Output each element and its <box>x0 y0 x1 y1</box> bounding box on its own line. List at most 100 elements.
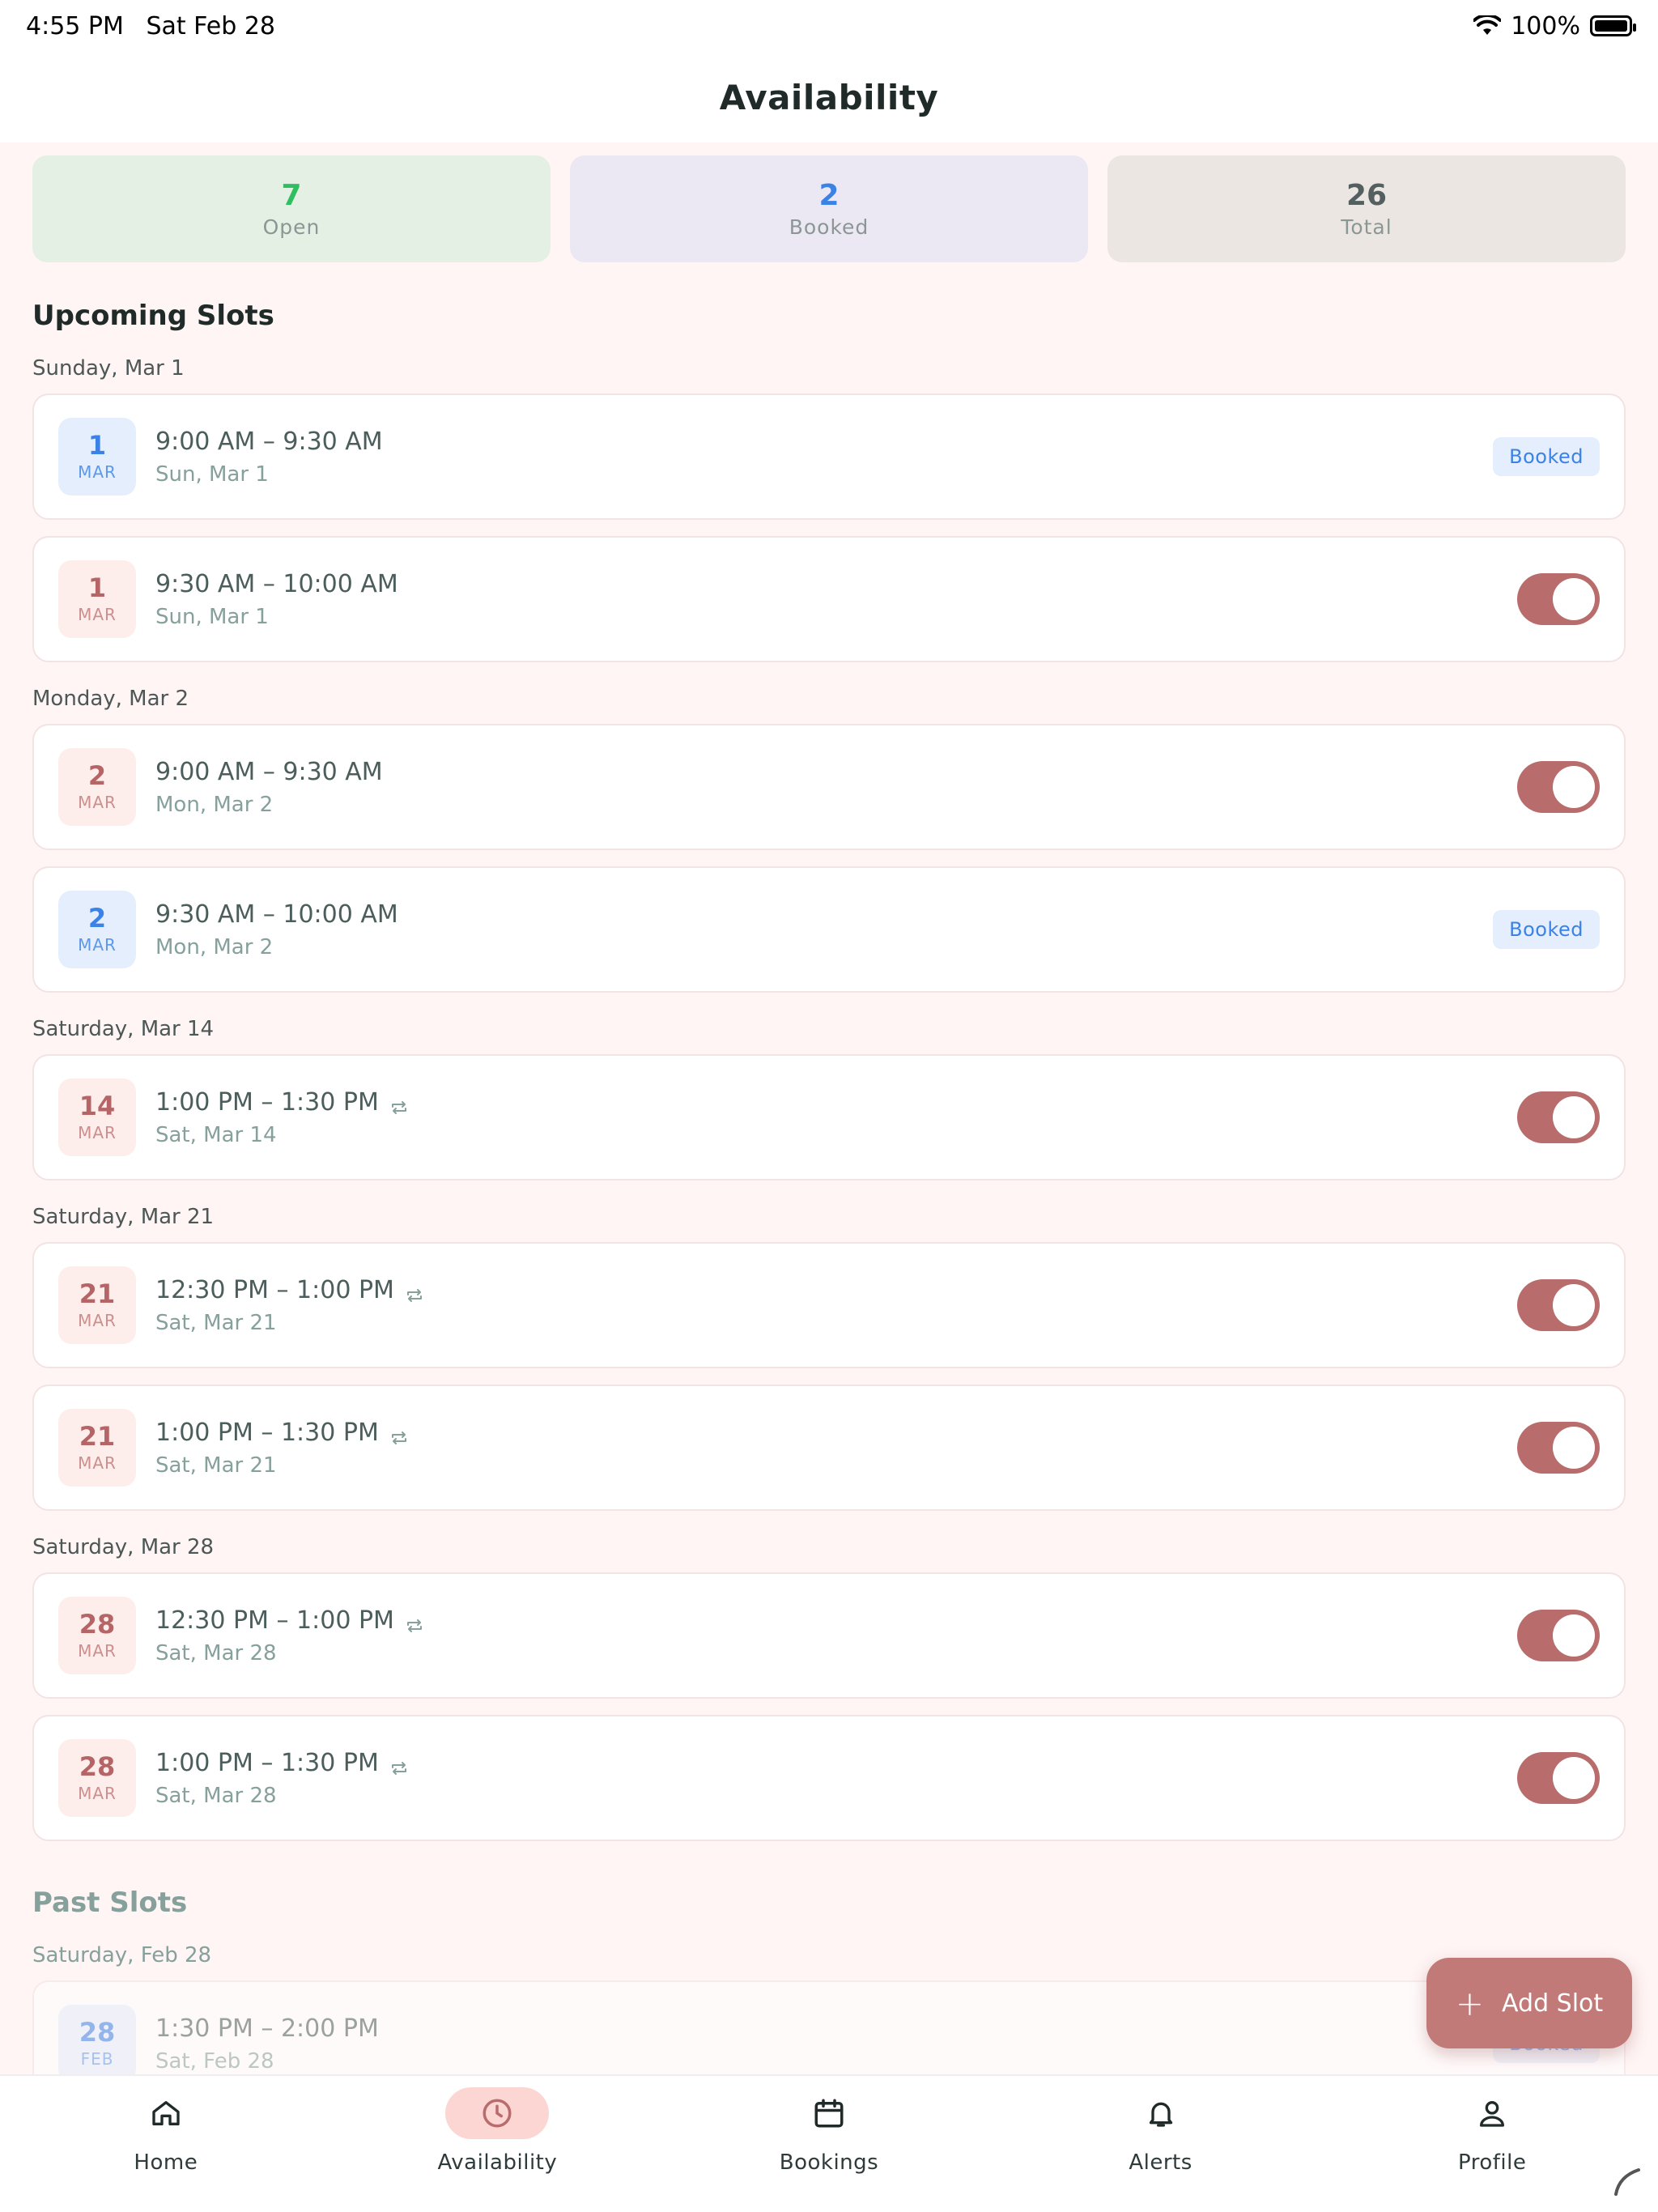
slot-time: 1:30 PM – 2:00 PM <box>155 2014 379 2043</box>
upcoming-list: Sunday, Mar 1 1 MAR 9:00 AM – 9:30 AM Sun, M… <box>32 356 1626 1841</box>
slot-date-text: Sat, Feb 28 <box>155 2048 274 2074</box>
tab-availability[interactable]: Availability <box>332 2076 664 2212</box>
add-slot-button[interactable]: + Add Slot <box>1426 1958 1632 2048</box>
slot-date-text: Sat, Mar 28 <box>155 1783 277 1808</box>
slot-card[interactable]: 1 MAR 9:30 AM – 10:00 AM Sun, Mar 1 <box>32 536 1626 662</box>
slot-date-box: 1 MAR <box>58 560 136 638</box>
slot-toggle[interactable] <box>1517 1091 1600 1143</box>
repeat-icon <box>406 1612 423 1632</box>
status-time: 4:55 PM <box>26 11 124 40</box>
slot-card[interactable]: 21 MAR 1:00 PM – 1:30 PM Sat, Mar 21 <box>32 1385 1626 1511</box>
slot-day-number: 28 <box>79 2017 116 2048</box>
tab-bookings[interactable]: Bookings <box>663 2076 995 2212</box>
slot-toggle[interactable] <box>1517 1610 1600 1661</box>
repeat-icon <box>390 1094 408 1114</box>
slot-time-row: 9:00 AM – 9:30 AM <box>155 428 1493 456</box>
slot-card[interactable]: 14 MAR 1:00 PM – 1:30 PM Sat, Mar 14 <box>32 1054 1626 1180</box>
day-label: Sunday, Mar 1 <box>32 356 185 381</box>
slot-toggle[interactable] <box>1517 1752 1600 1804</box>
slot-day-number: 14 <box>79 1091 116 1122</box>
stats-row: 7 Open 2 Booked 26 Total <box>32 155 1626 262</box>
slot-month: MAR <box>78 934 117 955</box>
slot-card[interactable]: 28 MAR 12:30 PM – 1:00 PM Sat, Mar 28 <box>32 1572 1626 1699</box>
main-content: 7 Open 2 Booked 26 Total Upcoming Slots … <box>32 143 1626 2107</box>
slot-date-box: 28 MAR <box>58 1597 136 1674</box>
slot-text: 1:00 PM – 1:30 PM Sat, Mar 14 <box>155 1088 1517 1147</box>
toggle-knob <box>1553 1096 1595 1138</box>
slot-toggle[interactable] <box>1517 573 1600 625</box>
slot-time: 9:00 AM – 9:30 AM <box>155 757 383 786</box>
slot-day-number: 2 <box>87 760 107 792</box>
slot-time: 1:00 PM – 1:30 PM <box>155 1087 379 1117</box>
stat-booked-label: Booked <box>789 215 869 239</box>
slot-date-box: 2 MAR <box>58 891 136 968</box>
stat-booked: 2 Booked <box>570 155 1088 262</box>
stat-open-label: Open <box>262 215 321 239</box>
stat-booked-value: 2 <box>818 179 840 212</box>
upcoming-title: Upcoming Slots <box>32 300 274 332</box>
toggle-knob <box>1553 766 1595 808</box>
slot-date-text: Sat, Mar 28 <box>155 1640 277 1665</box>
slot-month: MAR <box>78 1310 117 1330</box>
slot-card[interactable]: 1 MAR 9:00 AM – 9:30 AM Sun, Mar 1 Booked <box>32 393 1626 520</box>
day-label: Saturday, Mar 28 <box>32 1535 215 1559</box>
clock-icon <box>445 2087 550 2139</box>
slot-toggle[interactable] <box>1517 1422 1600 1474</box>
home-icon <box>114 2087 218 2139</box>
slot-month: MAR <box>78 1783 117 1803</box>
slot-time: 12:30 PM – 1:00 PM <box>155 1606 394 1635</box>
slot-toggle[interactable] <box>1517 1279 1600 1331</box>
slot-text: 1:30 PM – 2:00 PM Sat, Feb 28 <box>155 2014 1493 2074</box>
bell-icon <box>1109 2087 1213 2139</box>
slot-date-box: 21 MAR <box>58 1409 136 1487</box>
slot-card[interactable]: 21 MAR 12:30 PM – 1:00 PM Sat, Mar 21 <box>32 1242 1626 1368</box>
tab-availability-label: Availability <box>437 2150 558 2175</box>
slot-time-row: 9:30 AM – 10:00 AM <box>155 570 1517 598</box>
slot-text: 9:30 AM – 10:00 AM Sun, Mar 1 <box>155 570 1517 629</box>
slot-date-text: Sat, Mar 21 <box>155 1453 277 1478</box>
add-slot-label: Add Slot <box>1502 1989 1604 2018</box>
slot-card[interactable]: 28 MAR 1:00 PM – 1:30 PM Sat, Mar 28 <box>32 1715 1626 1841</box>
tab-bar: Home Availability Bookings Alerts Profil… <box>0 2074 1658 2212</box>
slot-time-row: 9:00 AM – 9:30 AM <box>155 758 1517 786</box>
booked-badge: Booked <box>1493 910 1600 949</box>
slot-date-text: Sat, Mar 21 <box>155 1310 277 1335</box>
slot-day-number: 28 <box>79 1751 116 1783</box>
slot-date-text: Mon, Mar 2 <box>155 792 274 817</box>
slot-date-box: 2 MAR <box>58 748 136 826</box>
slot-time-row: 1:00 PM – 1:30 PM <box>155 1419 1517 1447</box>
slot-day-number: 1 <box>87 430 107 462</box>
battery-icon <box>1590 15 1636 36</box>
slot-month: MAR <box>78 792 117 812</box>
slot-card[interactable]: 2 MAR 9:00 AM – 9:30 AM Mon, Mar 2 <box>32 724 1626 850</box>
tab-alerts[interactable]: Alerts <box>995 2076 1327 2212</box>
day-label: Saturday, Feb 28 <box>32 1943 212 1967</box>
slot-text: 12:30 PM – 1:00 PM Sat, Mar 28 <box>155 1606 1517 1665</box>
slot-date-text: Sun, Mar 1 <box>155 462 269 487</box>
slot-card[interactable]: 2 MAR 9:30 AM – 10:00 AM Mon, Mar 2 Booked <box>32 866 1626 993</box>
slot-text: 9:00 AM – 9:30 AM Sun, Mar 1 <box>155 428 1493 487</box>
status-right: 100% <box>1473 12 1636 40</box>
slot-date-box: 14 MAR <box>58 1078 136 1156</box>
resize-handle-icon <box>1614 2168 1640 2196</box>
tab-bookings-label: Bookings <box>779 2150 879 2175</box>
slot-date-box: 28 MAR <box>58 1739 136 1817</box>
tab-home[interactable]: Home <box>0 2076 332 2212</box>
slot-time: 1:00 PM – 1:30 PM <box>155 1748 379 1777</box>
slot-date-text: Sat, Mar 14 <box>155 1122 277 1147</box>
tab-profile[interactable]: Profile <box>1326 2076 1658 2212</box>
slot-time-row: 9:30 AM – 10:00 AM <box>155 900 1493 929</box>
slot-text: 1:00 PM – 1:30 PM Sat, Mar 28 <box>155 1749 1517 1808</box>
toggle-knob <box>1553 578 1595 620</box>
repeat-icon <box>406 1282 423 1302</box>
slot-text: 9:30 AM – 10:00 AM Mon, Mar 2 <box>155 900 1493 959</box>
slot-date-text: Mon, Mar 2 <box>155 934 274 959</box>
slot-date-box: 1 MAR <box>58 418 136 496</box>
stat-open-value: 7 <box>281 179 302 212</box>
stat-total-label: Total <box>1341 215 1392 239</box>
slot-month: MAR <box>78 462 117 482</box>
slot-toggle[interactable] <box>1517 761 1600 813</box>
slot-month: MAR <box>78 604 117 624</box>
day-label: Saturday, Mar 14 <box>32 1017 215 1041</box>
slot-time: 12:30 PM – 1:00 PM <box>155 1275 394 1304</box>
